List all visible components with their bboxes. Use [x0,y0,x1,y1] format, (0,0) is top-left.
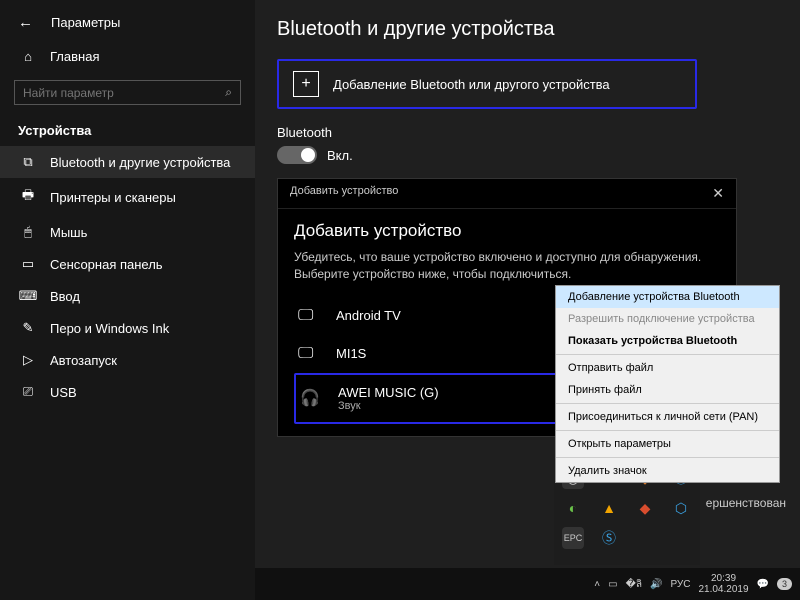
cm-send-file[interactable]: Отправить файл [556,357,779,379]
language-indicator[interactable]: РУС [670,579,690,590]
taskbar: ˄ ▭ �ลิ 🔊 РУС 20:39 21.04.2019 💬 3 [255,568,800,600]
cm-separator [556,457,779,458]
dialog-title: Добавить устройство [294,221,720,241]
sidebar-item-label: Перо и Windows Ink [50,321,169,336]
sidebar-item-label: Bluetooth и другие устройства [50,155,230,170]
tray-app2-icon[interactable]: ◆ [634,497,656,519]
notification-badge: 3 [777,578,792,590]
cm-separator [556,354,779,355]
dialog-header-title: Добавить устройство [290,185,398,202]
tray-network-icon[interactable]: ▭ [608,579,617,590]
device-name: AWEI MUSIC (G) [338,385,439,400]
tray-sound-icon[interactable]: 🔊 [650,579,662,590]
tray-wifi-icon[interactable]: �ลิ [626,577,642,592]
search-input[interactable] [23,86,225,100]
toggle-knob [301,148,315,162]
header-title: Параметры [51,15,120,30]
sidebar: ← Параметры ⌂ Главная ⌕ Устройства ⧉ Blu… [0,0,255,600]
plus-icon: + [293,71,319,97]
dialog-description: Убедитесь, что ваше устройство включено … [294,249,720,283]
cm-add-device[interactable]: Добавление устройства Bluetooth [556,286,779,308]
clock-date: 21.04.2019 [698,584,748,595]
add-device-label: Добавление Bluetooth или другого устройс… [333,77,610,92]
mouse-icon: 🖱 [18,224,38,240]
tray-utorrent-icon[interactable]: ◐ [562,497,584,519]
tray-avast-icon[interactable]: ▲ [598,497,620,519]
sidebar-item-touchpad[interactable]: ▭ Сенсорная панель [0,248,255,280]
sidebar-home[interactable]: ⌂ Главная [0,41,255,72]
bluetooth-context-menu: Добавление устройства Bluetooth Разрешит… [555,285,780,483]
keyboard-icon: ⌨ [18,288,38,304]
sidebar-item-label: Принтеры и сканеры [50,190,176,205]
device-sub: Звук [338,400,439,412]
device-name: MI1S [336,346,366,361]
tray-skype2-icon[interactable]: Ⓢ [598,527,620,549]
clock[interactable]: 20:39 21.04.2019 [698,573,748,595]
cm-remove-icon[interactable]: Удалить значок [556,460,779,482]
cm-open-settings[interactable]: Открыть параметры [556,433,779,455]
cm-separator [556,403,779,404]
tray-app3-icon[interactable]: ⬡ [670,497,692,519]
page-title: Bluetooth и другие устройства [277,18,778,41]
dialog-header: Добавить устройство ✕ [278,179,736,209]
back-icon[interactable]: ← [18,14,33,31]
sidebar-home-label: Главная [50,49,99,64]
settings-header: ← Параметры [0,10,255,41]
bluetooth-toggle-row: Вкл. [277,146,778,164]
sidebar-item-label: Мышь [50,225,87,240]
search-box[interactable]: ⌕ [14,80,241,105]
notification-icon[interactable]: 💬 [757,579,769,590]
sidebar-item-usb[interactable]: ⎚ USB [0,376,255,408]
cm-allow-connect[interactable]: Разрешить подключение устройства [556,308,779,330]
close-icon[interactable]: ✕ [712,185,724,202]
sidebar-item-autoplay[interactable]: ▷ Автозапуск [0,344,255,376]
bluetooth-label: Bluetooth [277,125,778,140]
bluetooth-toggle[interactable] [277,146,317,164]
sidebar-item-label: USB [50,385,77,400]
tray-epic-icon[interactable]: EPC [562,527,584,549]
add-device-button[interactable]: + Добавление Bluetooth или другого устро… [277,59,697,109]
printer-icon: 🖶 [18,186,38,208]
tray-chevron-icon[interactable]: ˄ [594,579,600,590]
device-name: Android TV [336,308,401,323]
cm-separator [556,430,779,431]
sidebar-item-label: Сенсорная панель [50,257,163,272]
clock-time: 20:39 [698,573,748,584]
sidebar-item-label: Автозапуск [50,353,117,368]
hint-improve: ершенствован [706,496,786,510]
touchpad-icon: ▭ [18,256,38,272]
sidebar-item-printers[interactable]: 🖶 Принтеры и сканеры [0,178,255,216]
sidebar-group-label: Устройства [0,119,255,146]
cm-receive-file[interactable]: Принять файл [556,379,779,401]
usb-icon: ⎚ [18,384,38,400]
home-icon: ⌂ [18,49,38,64]
display-icon: 🖵 [298,345,324,363]
sidebar-item-bluetooth[interactable]: ⧉ Bluetooth и другие устройства [0,146,255,178]
headphones-icon: 🎧 [300,388,326,408]
search-icon: ⌕ [225,85,232,100]
sidebar-item-mouse[interactable]: 🖱 Мышь [0,216,255,248]
sidebar-item-input[interactable]: ⌨ Ввод [0,280,255,312]
bluetooth-icon: ⧉ [18,154,38,170]
cm-join-pan[interactable]: Присоединиться к личной сети (PAN) [556,406,779,428]
pen-icon: ✎ [18,320,38,336]
autoplay-icon: ▷ [18,352,38,368]
cm-show-devices[interactable]: Показать устройства Bluetooth [556,330,779,352]
sidebar-item-label: Ввод [50,289,80,304]
bluetooth-state: Вкл. [327,148,353,163]
sidebar-item-pen[interactable]: ✎ Перо и Windows Ink [0,312,255,344]
display-icon: 🖵 [298,307,324,325]
